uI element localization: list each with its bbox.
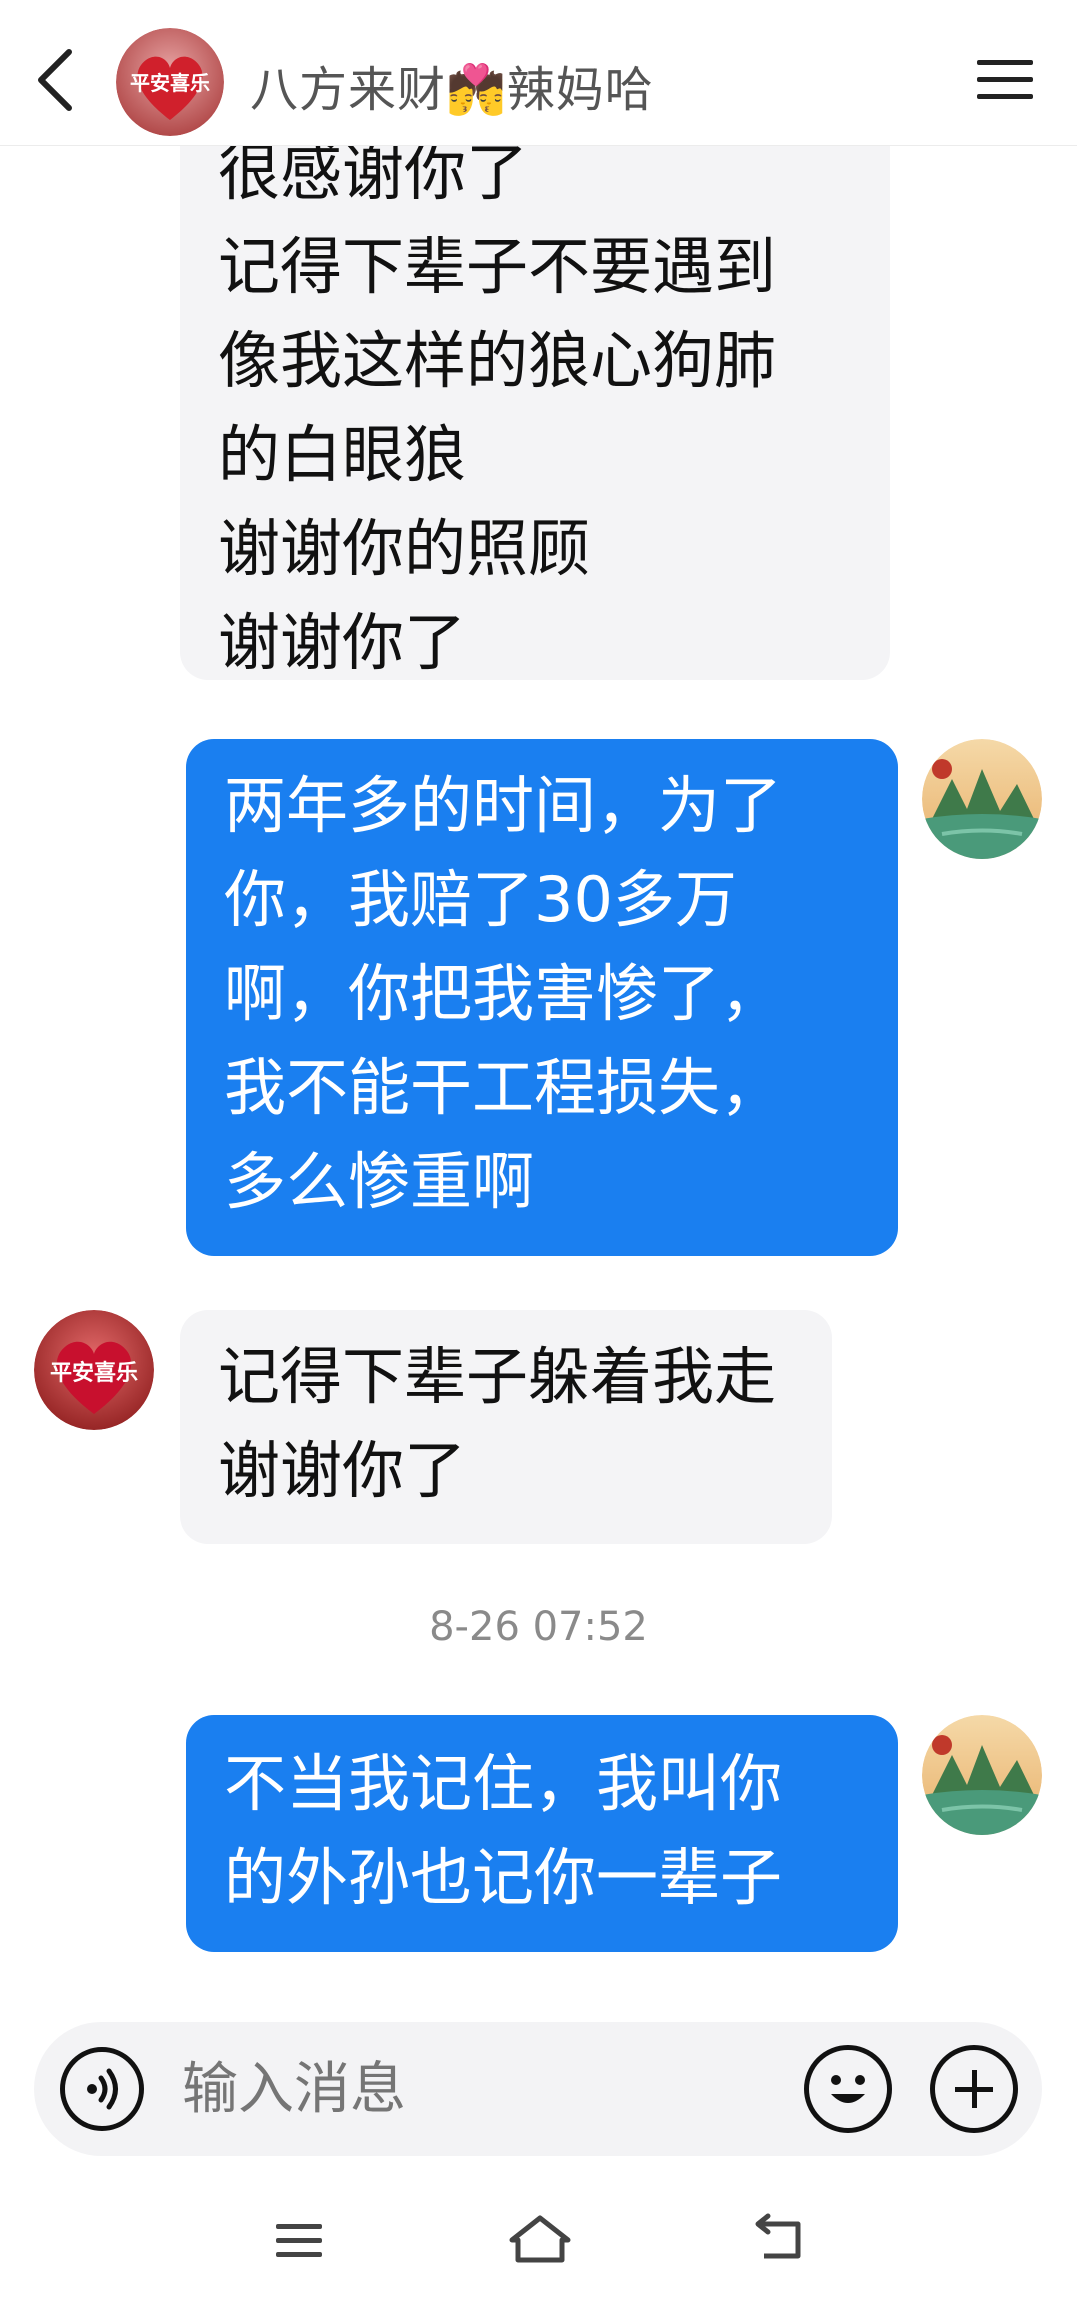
message-line: 你，我赔了30多万 [224,863,737,936]
message-line: 不当我记住，我叫你 [224,1747,783,1820]
voice-icon [87,2068,118,2110]
message-line: 多么惨重啊 [224,1145,535,1218]
message-line: 像我这样的狼心狗肺 [218,324,777,397]
message-line: 两年多的时间，为了 [224,769,783,842]
chat-header: 平安喜乐 八方来财💏辣妈哈 [0,0,1077,146]
message-bubble-incoming[interactable]: 很感谢你了 记得下辈子不要遇到 像我这样的狼心狗肺 的白眼狼 谢谢你的照顾 谢谢… [180,146,890,680]
recent-apps-button[interactable] [260,2208,340,2272]
back-button[interactable] [20,40,90,120]
my-avatar[interactable] [922,739,1042,859]
hamburger-menu-icon [977,60,1033,99]
avatar-text: 平安喜乐 [130,71,210,95]
message-list[interactable]: 很感谢你了 记得下辈子不要遇到 像我这样的狼心狗肺 的白眼狼 谢谢你的照顾 谢谢… [0,146,1077,2006]
plus-icon [955,2070,993,2108]
chevron-left-icon [38,49,72,111]
home-button[interactable] [500,2204,580,2274]
contact-avatar[interactable]: 平安喜乐 [116,28,224,136]
chat-title: 八方来财💏辣妈哈 [250,62,654,118]
heart-avatar-image: 平安喜乐 [116,28,224,136]
contact-avatar[interactable]: 平安喜乐 [34,1310,154,1430]
message-bubble-outgoing[interactable]: 不当我记住，我叫你 的外孙也记你一辈子 [186,1715,898,1952]
message-line: 我不能干工程损失， [224,1051,783,1124]
message-line: 谢谢你的照顾 [218,512,591,585]
message-timestamp: 8-26 07:52 [429,1604,648,1650]
message-line: 记得下辈子不要遇到 [218,230,777,303]
recent-apps-icon [276,2224,322,2257]
back-icon [755,2213,801,2259]
message-bubble-incoming[interactable]: 记得下辈子躲着我走 谢谢你了 [180,1310,832,1544]
message-line: 的外孙也记你一辈子 [224,1841,783,1914]
system-nav-bar [0,2180,1077,2300]
my-avatar[interactable] [922,1715,1042,1835]
message-line: 记得下辈子躲着我走 [218,1340,777,1413]
home-icon [509,2215,571,2263]
message-input-bar [34,2022,1042,2156]
landscape-avatar-image [922,739,1042,859]
message-line: 的白眼狼 [218,418,467,491]
message-line: 很感谢你了 [218,146,529,209]
emoji-icon [831,2075,865,2103]
message-line: 啊，你把我害惨了， [224,957,783,1030]
message-line: 谢谢你了 [218,1434,467,1507]
avatar-text: 平安喜乐 [50,1360,138,1386]
menu-button[interactable] [970,50,1040,110]
message-input[interactable] [182,2046,782,2132]
more-button[interactable] [930,2045,1018,2133]
emoji-button[interactable] [804,2045,892,2133]
voice-button[interactable] [60,2047,144,2131]
message-line: 谢谢你了 [218,606,467,679]
message-bubble-outgoing[interactable]: 两年多的时间，为了 你，我赔了30多万 啊，你把我害惨了， 我不能干工程损失， … [186,739,898,1256]
heart-avatar-image: 平安喜乐 [34,1310,154,1430]
back-nav-button[interactable] [740,2204,820,2274]
landscape-avatar-image [922,1715,1042,1835]
